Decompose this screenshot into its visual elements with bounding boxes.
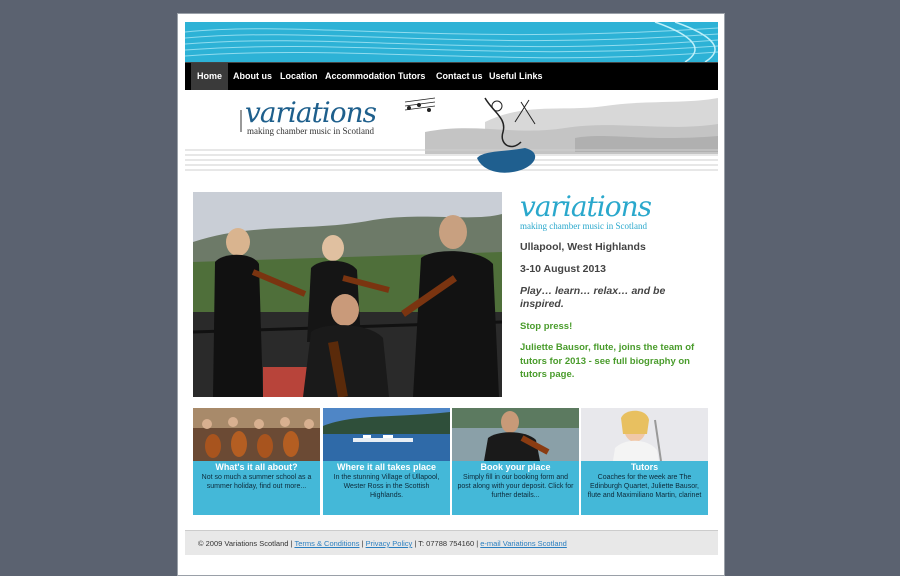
tile-about-title: What's it all about? xyxy=(215,462,298,472)
tile-about-photo xyxy=(193,408,320,461)
tile-tutors[interactable]: Tutors Coaches for the week are The Edin… xyxy=(581,408,708,515)
tile-about[interactable]: What's it all about? Not so much a summe… xyxy=(193,408,320,515)
tile-booking-desc: Simply fill in our booking form and post… xyxy=(457,474,574,499)
header-logo-text[interactable]: variations xyxy=(245,96,377,129)
tile-booking-title: Book your place xyxy=(480,462,551,472)
footer-copyright: © 2009 Variations Scotland xyxy=(198,539,289,548)
nav-home[interactable]: Home xyxy=(191,63,229,90)
header-logo-subtitle: making chamber music in Scotland xyxy=(247,126,374,136)
event-dates: 3-10 August 2013 xyxy=(520,263,606,275)
nav-location[interactable]: Location xyxy=(274,63,324,90)
stop-press-heading: Stop press! xyxy=(520,321,573,332)
footer-privacy-link[interactable]: Privacy Policy xyxy=(366,539,413,548)
stop-press-news[interactable]: Juliette Bausor, flute, joins the team o… xyxy=(520,341,710,382)
tile-location-photo xyxy=(323,408,450,461)
page-container: Home About us Location Accommodation Tut… xyxy=(177,13,725,576)
tile-tutors-desc: Coaches for the week are The Edinburgh Q… xyxy=(587,474,702,499)
tile-booking-photo xyxy=(452,408,579,461)
footer-email-link[interactable]: e-mail Variations Scotland xyxy=(480,539,567,548)
site-header: variations making chamber music in Scotl… xyxy=(185,92,718,180)
nav-tutors[interactable]: Tutors xyxy=(392,63,431,90)
nav-contact-us[interactable]: Contact us xyxy=(430,63,489,90)
footer-phone: | T: 07788 754160 | xyxy=(412,539,481,548)
event-tagline: Play… learn… relax… and be inspired. xyxy=(520,285,666,310)
info-logo-text: variations xyxy=(520,190,652,223)
tile-location-title: Where it all takes place xyxy=(336,462,437,472)
tile-location-desc: In the stunning Village of Ullapool, Wes… xyxy=(333,474,440,499)
hero-photo-quartet xyxy=(193,192,502,397)
event-location: Ullapool, West Highlands xyxy=(520,241,646,253)
tile-about-desc: Not so much a summer school as a summer … xyxy=(201,474,312,490)
top-banner xyxy=(185,22,718,62)
feature-tiles: What's it all about? Not so much a summe… xyxy=(193,408,710,516)
event-info-panel: variations making chamber music in Scotl… xyxy=(520,192,710,382)
tile-booking[interactable]: Book your place Simply fill in our booki… xyxy=(452,408,579,515)
nav-about-us[interactable]: About us xyxy=(227,63,278,90)
tile-tutors-title: Tutors xyxy=(630,462,659,472)
tile-tutors-photo xyxy=(581,408,708,461)
main-nav: Home About us Location Accommodation Tut… xyxy=(185,62,718,90)
nav-useful-links[interactable]: Useful Links xyxy=(483,63,549,90)
tile-location[interactable]: Where it all takes place In the stunning… xyxy=(323,408,450,515)
info-logo-subtitle: making chamber music in Scotland xyxy=(520,221,647,231)
nav-accommodation[interactable]: Accommodation xyxy=(319,63,402,90)
site-footer: © 2009 Variations Scotland | Terms & Con… xyxy=(185,530,718,555)
footer-terms-link[interactable]: Terms & Conditions xyxy=(294,539,359,548)
